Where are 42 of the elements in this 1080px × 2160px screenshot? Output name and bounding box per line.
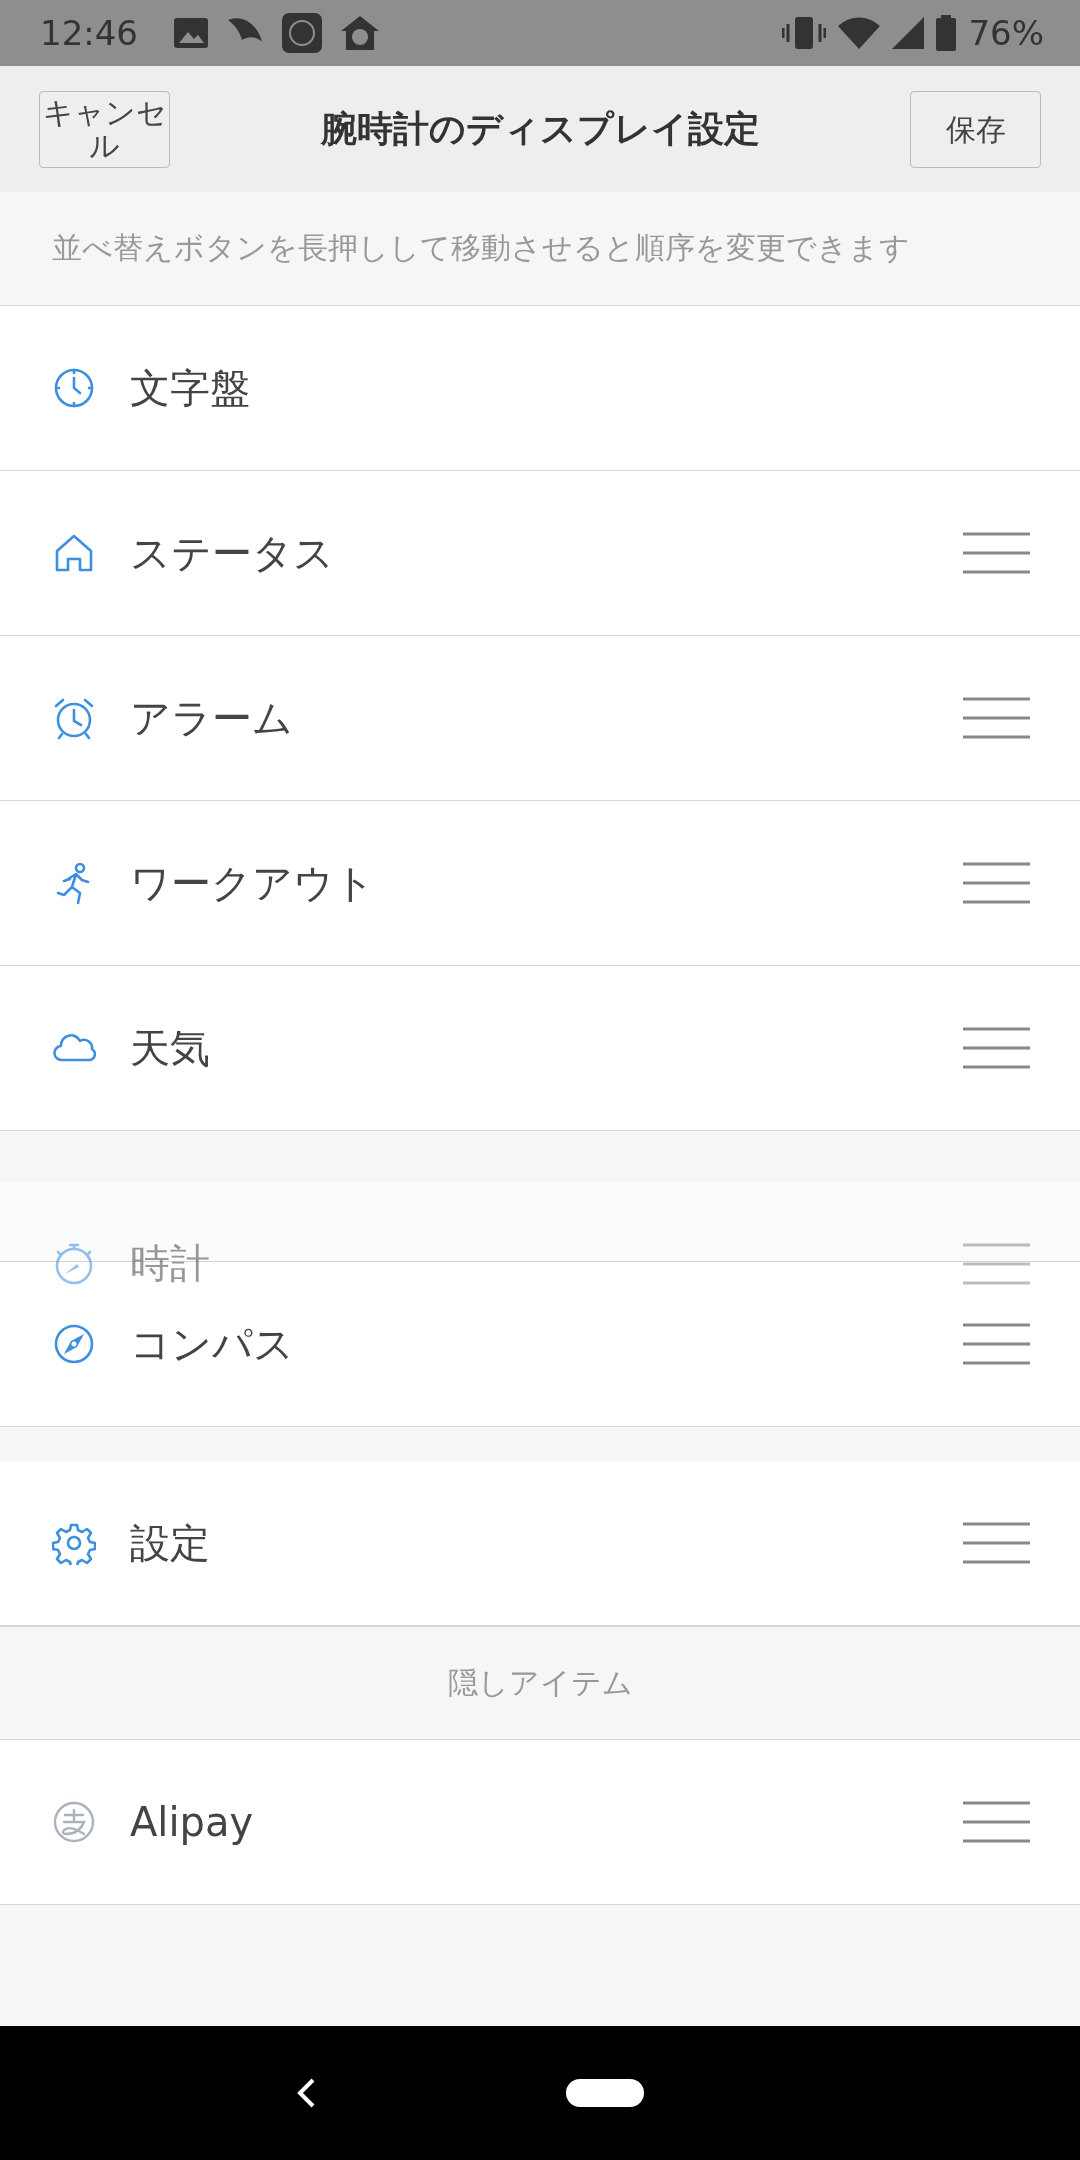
item-label: 設定	[130, 1518, 210, 1568]
cancel-button[interactable]: キャンセル	[39, 90, 170, 168]
gear-icon	[52, 1521, 96, 1565]
drag-handle-icon[interactable]	[963, 1242, 1030, 1285]
signal-icon	[892, 17, 925, 49]
list-row[interactable]: 文字盤	[0, 306, 1080, 471]
page-title: 腕時計のディスプレイ設定	[320, 106, 760, 151]
battery-level: 76%	[968, 13, 1044, 53]
status-time: 12:46	[40, 13, 138, 53]
item-label: アラーム	[130, 693, 293, 743]
list-row[interactable]: ワークアウト	[0, 801, 1080, 966]
clock-icon	[52, 366, 96, 410]
battery-icon	[936, 15, 957, 51]
item-label: ステータス	[130, 528, 334, 578]
list-row[interactable]: Alipay	[0, 1740, 1080, 1905]
drag-handle-icon[interactable]	[963, 532, 1030, 574]
drag-handle-icon[interactable]	[963, 1323, 1030, 1365]
house-icon	[340, 15, 380, 51]
image-icon	[174, 18, 208, 48]
item-label: 天気	[130, 1023, 210, 1073]
item-label: Alipay	[130, 1799, 254, 1845]
wifi-icon	[838, 17, 881, 49]
back-icon[interactable]	[296, 2077, 316, 2109]
drag-handle-icon[interactable]	[963, 1027, 1030, 1069]
drag-handle-icon[interactable]	[963, 1801, 1030, 1843]
drag-handle-icon[interactable]	[963, 1522, 1030, 1564]
home-pill-icon[interactable]	[566, 2079, 644, 2107]
list-row[interactable]: アラーム	[0, 636, 1080, 801]
drag-handle-icon[interactable]	[963, 862, 1030, 904]
item-label: ワークアウト	[130, 858, 375, 908]
item-label: 文字盤	[130, 363, 250, 413]
drag-handle-icon[interactable]	[963, 697, 1030, 739]
compass-icon	[52, 1322, 96, 1366]
item-label: コンパス	[130, 1319, 294, 1369]
section-header: 隠しアイテム	[0, 1626, 1080, 1740]
alarm-clock-icon	[52, 696, 96, 740]
alipay-icon	[52, 1800, 96, 1844]
app-icon	[282, 13, 322, 53]
save-button[interactable]: 保存	[910, 90, 1041, 168]
list-row[interactable]: ステータス	[0, 471, 1080, 636]
list-row[interactable]: 天気	[0, 966, 1080, 1131]
vibrate-icon	[782, 16, 827, 50]
